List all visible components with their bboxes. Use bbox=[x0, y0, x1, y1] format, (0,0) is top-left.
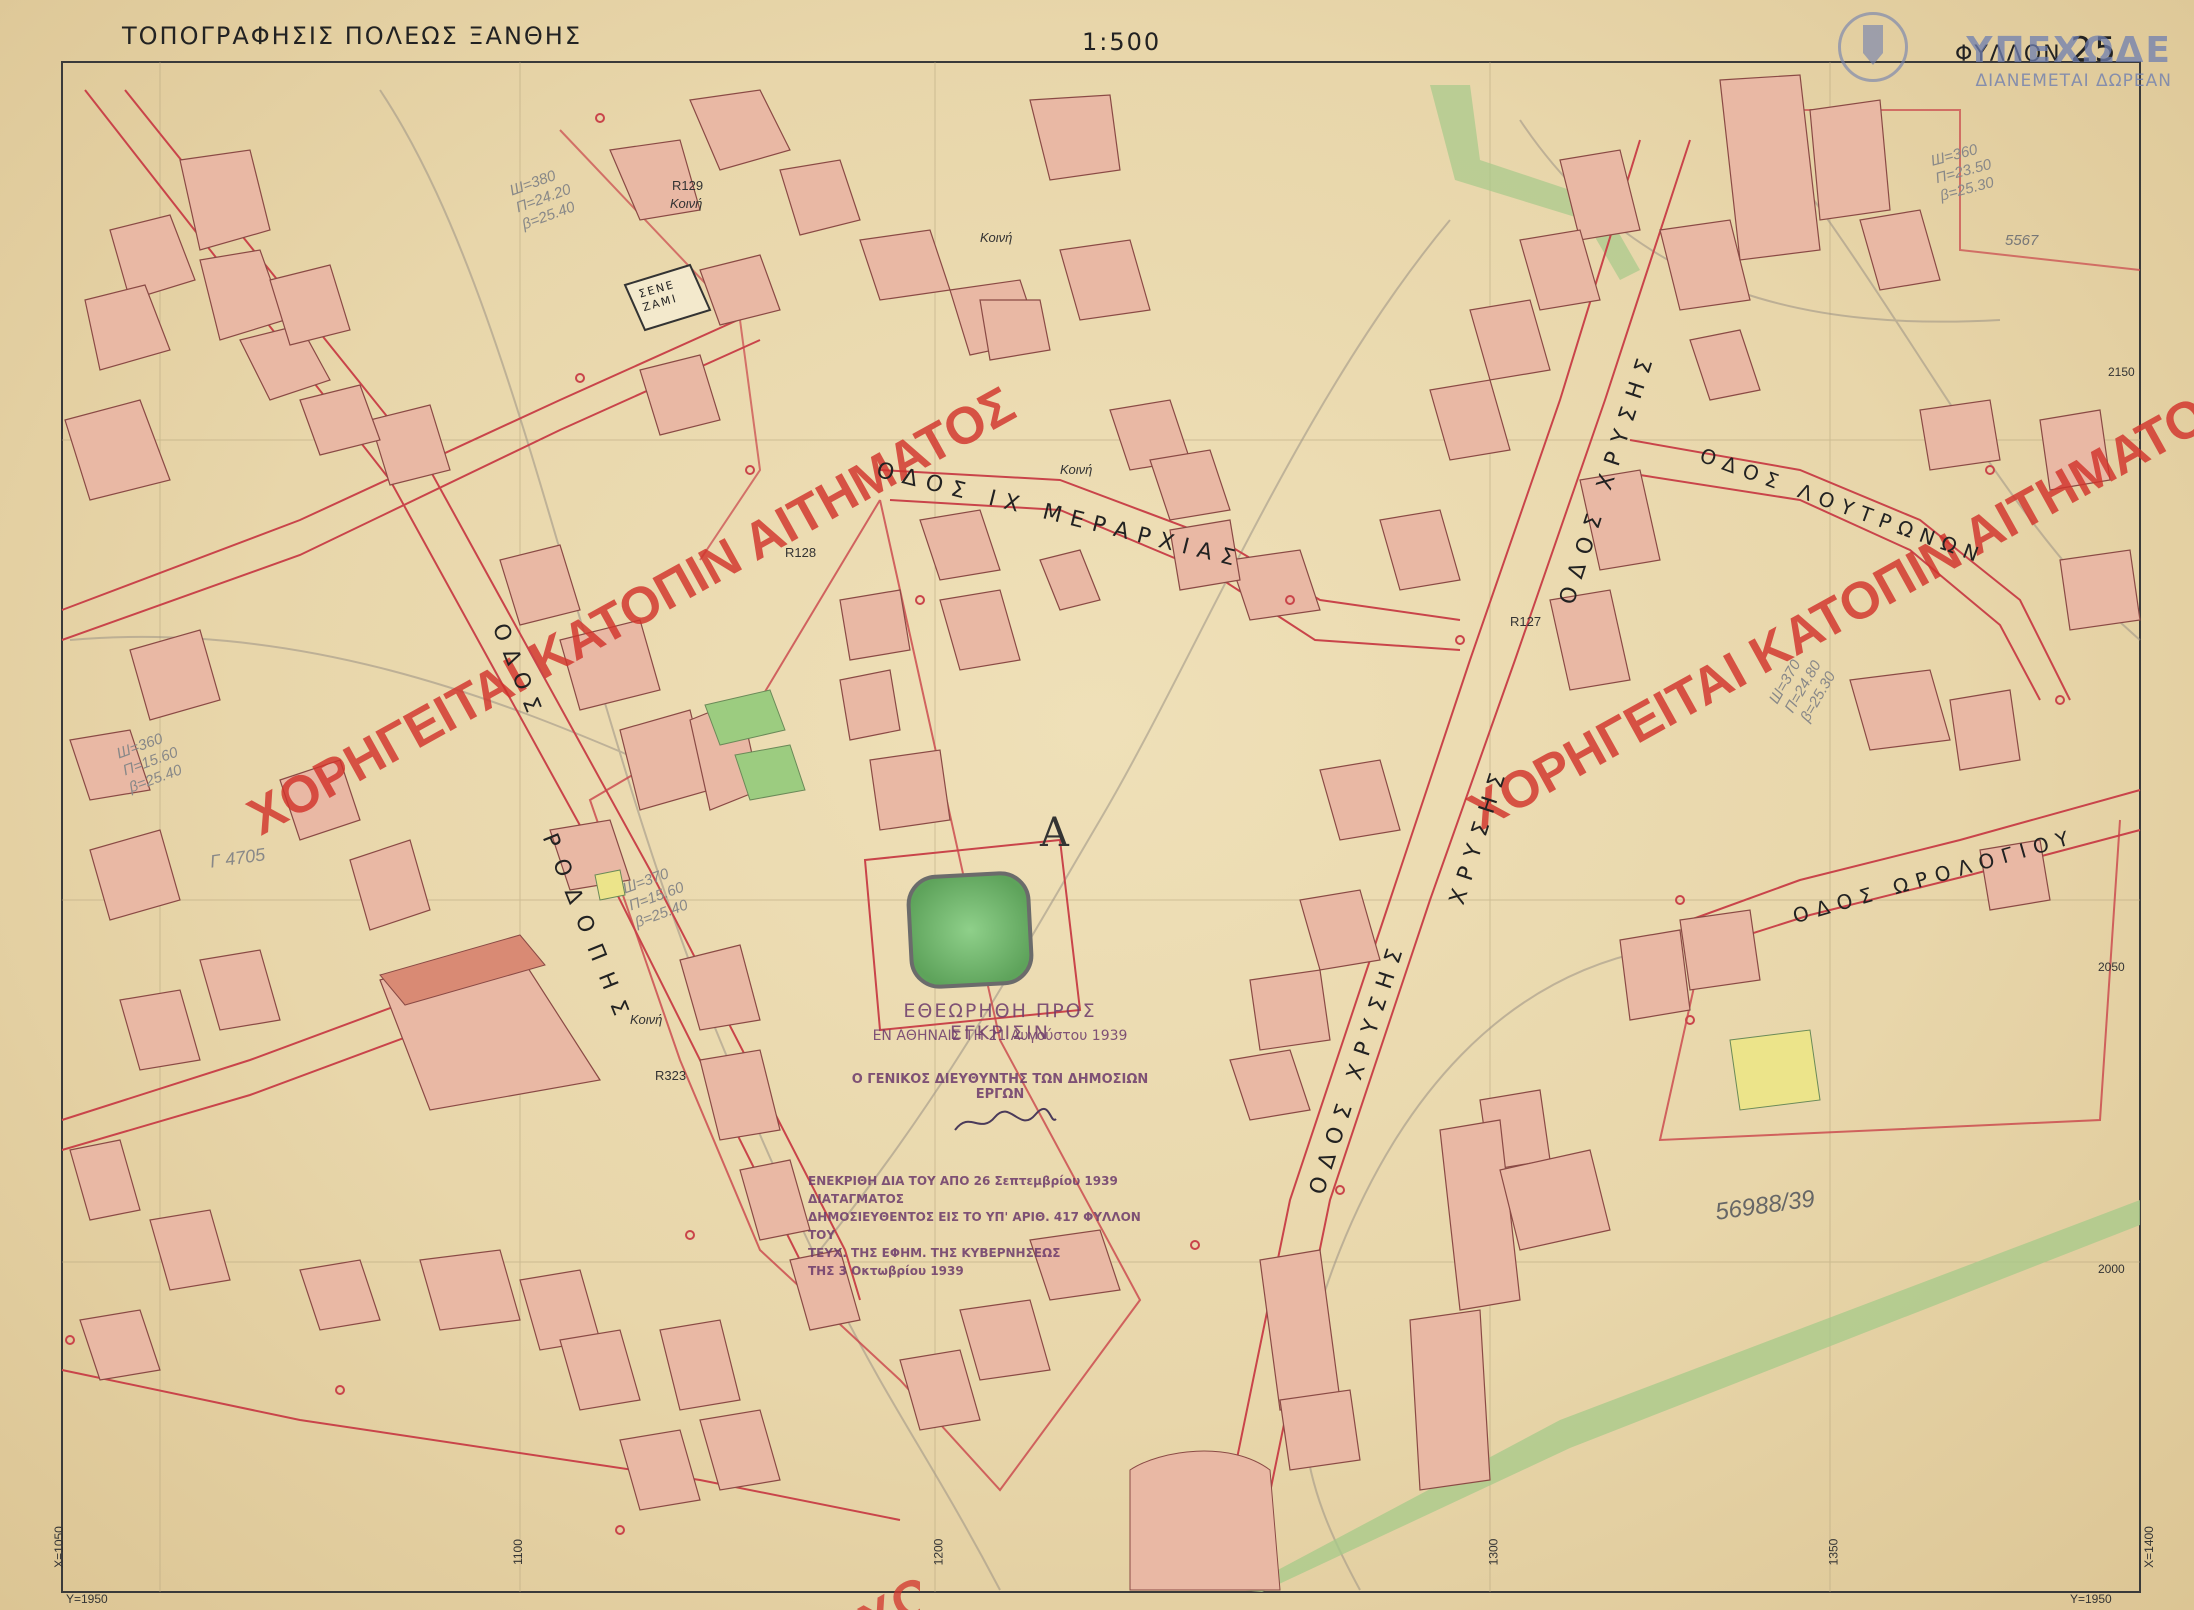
map-title: ΤΟΠΟΓΡΑΦΗΣΙΣ ΠΟΛΕΩΣ ΞΑΝΘΗΣ bbox=[122, 22, 583, 50]
grid-label-1200: 1200 bbox=[931, 1538, 946, 1566]
grid-label-2150: 2150 bbox=[2108, 365, 2135, 379]
label-r129: R129 bbox=[672, 178, 704, 193]
map-sheet: ΧΟΡΗΓΕΙΤΑΙ ΚΑΤΟΠΙΝ ΑΙΤΗΜΑΤΟΣ ΧΟΡΗΓΕΙΤΑΙ … bbox=[0, 0, 2194, 1610]
label-koini-4: Κοινή bbox=[630, 1012, 663, 1027]
agency-tagline: ΔΙΑΝΕΜΕΤΑΙ ΔΩΡΕΑΝ bbox=[1975, 71, 2172, 91]
grid-label-2000: 2000 bbox=[2098, 1262, 2125, 1276]
label-r128: R128 bbox=[785, 545, 817, 560]
signature-icon bbox=[950, 1105, 1060, 1139]
stamp-athens-date: ΕΝ ΑΘΗΝΑΙΣ ΤΗ 21 Αυγούστου 1939 bbox=[872, 1028, 1128, 1044]
label-koini-1: Κοινή bbox=[670, 196, 703, 211]
stamp-approval-line-2: ΔΗΜΟΣΙΕΥΘΕΝΤΟΣ ΕΙΣ ΤΟ ΥΠ' ΑΡΙΘ. 417 ΦΥΛΛ… bbox=[808, 1210, 1141, 1242]
agency-mark: ΥΠΕΧΩΔΕ ΔΙΑΝΕΜΕΤΑΙ ΔΩΡΕΑΝ bbox=[1966, 30, 2172, 91]
stream bbox=[1240, 85, 2140, 1592]
watermark-fragment-text: ΧΟΡΗΓΕΙΤΑΙ ΚΑΤΟΠΙΝ ΑΙΤΗΜΑΤΟΣ bbox=[850, 1560, 920, 1610]
stamp-approval-line-3: ΤΕΥΧ. ΤΗΣ ΕΦΗΜ. ΤΗΣ ΚΥΒΕΡΝΗΣΕΩΣ bbox=[808, 1246, 1061, 1260]
agency-emblem-icon bbox=[1838, 12, 1908, 82]
label-r127: R127 bbox=[1510, 614, 1542, 629]
label-koini-3: Κοινή bbox=[1060, 462, 1093, 477]
grid-label-corner-br-y: Y=1950 bbox=[2070, 1592, 2112, 1606]
label-note-5567: 5567 bbox=[2005, 232, 2039, 249]
stamp-approval-line-4: ΤΗΣ 3 Οκτωβρίου 1939 bbox=[808, 1264, 964, 1278]
buildings bbox=[64, 74, 2141, 1581]
stamp-director: Ο ΓΕΝΙΚΟΣ ΔΙΕΥΘΥΝΤΗΣ ΤΩΝ ΔΗΜΟΣΙΩΝ ΕΡΓΩΝ bbox=[851, 1072, 1149, 1102]
label-r323: R323 bbox=[655, 1068, 687, 1083]
watermark-bottom-left-fragment: ΧΟΡΗΓΕΙΤΑΙ ΚΑΤΟΠΙΝ ΑΙΤΗΜΑΤΟΣ bbox=[850, 1560, 920, 1610]
grid-label-1350: 1350 bbox=[1826, 1538, 1841, 1566]
grid-label-corner-bl-y: Y=1950 bbox=[66, 1592, 108, 1606]
stamp-approval-line-1: ΕΝΕΚΡΙΘΗ ΔΙΑ ΤΟΥ ΑΠΟ 26 Σεπτεμβρίου 1939… bbox=[808, 1174, 1118, 1206]
grid-label-corner-bl-x: X=1050 bbox=[51, 1526, 66, 1568]
label-koini-2: Κοινή bbox=[980, 230, 1013, 245]
grid-label-corner-br-x: X=1400 bbox=[2141, 1526, 2156, 1568]
stamp-approval: ΕΝΕΚΡΙΘΗ ΔΙΑ ΤΟΥ ΑΠΟ 26 Σεπτεμβρίου 1939… bbox=[808, 1172, 1148, 1280]
agency-name: ΥΠΕΧΩΔΕ bbox=[1966, 30, 2172, 71]
ruins-bottom bbox=[1129, 1450, 1281, 1591]
label-area-a: Α bbox=[1040, 810, 1069, 856]
grid-label-2050: 2050 bbox=[2098, 960, 2125, 974]
map-scale: 1:500 bbox=[1082, 28, 1162, 56]
grid-label-1100: 1100 bbox=[510, 1539, 525, 1565]
grid-label-1300: 1300 bbox=[1486, 1538, 1501, 1566]
